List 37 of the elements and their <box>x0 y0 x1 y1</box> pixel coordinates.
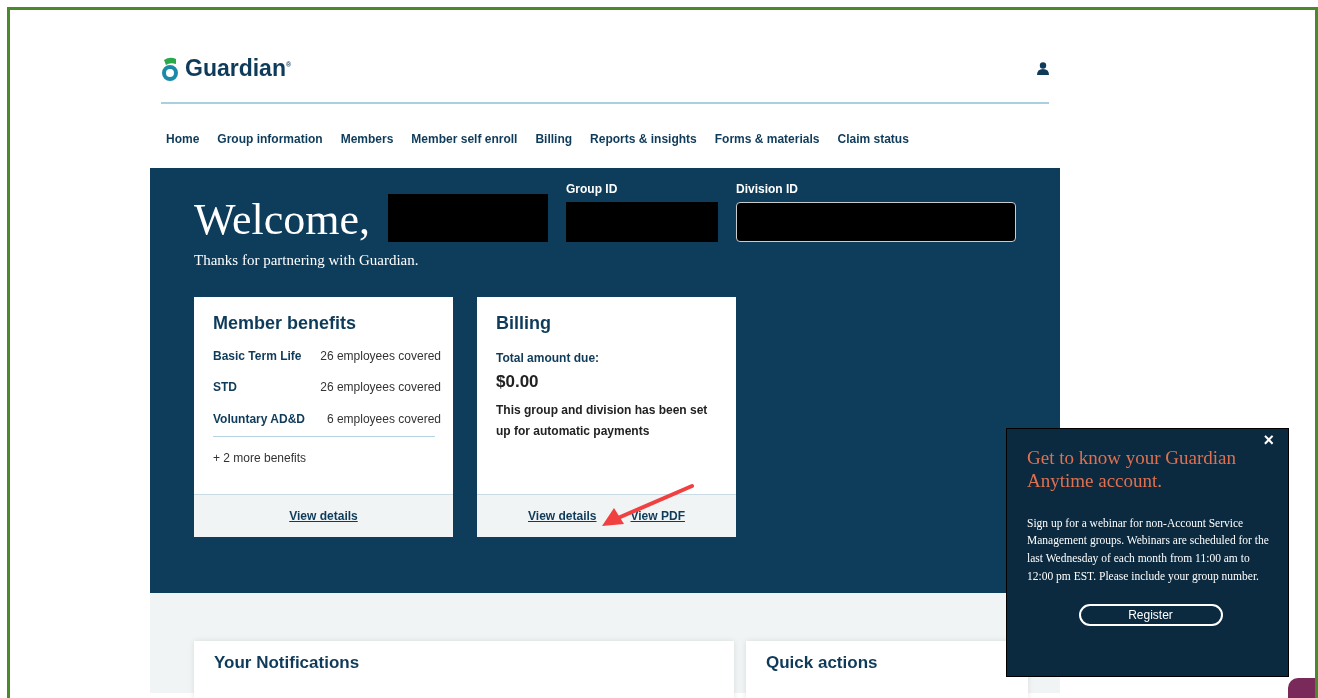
nav-link[interactable]: Group information <box>217 132 323 154</box>
welcome-heading: Welcome, <box>194 198 371 242</box>
user-icon[interactable] <box>1037 62 1049 75</box>
card-title: Billing <box>496 313 552 334</box>
view-details-link[interactable]: View details <box>289 509 358 523</box>
division-id-label: Division ID <box>736 182 799 196</box>
register-button[interactable]: Register <box>1078 603 1223 626</box>
pdf-link[interactable]: View PDF <box>630 509 685 523</box>
nav-link[interactable]: Claim status <box>837 132 909 154</box>
nav-link[interactable]: Forms & materials <box>714 132 820 154</box>
nav-link[interactable]: Home <box>166 132 200 154</box>
billing-note: This group and division has been set up for automatic payments <box>496 402 709 440</box>
guardian-logo[interactable]: Guardian$^{®}$ <box>161 55 292 82</box>
nav-link[interactable]: Reports & insights <box>590 132 697 154</box>
welcome-subtitle: Thanks for partnering with Guardian. <box>194 252 420 269</box>
nav-link[interactable]: Member self enroll <box>411 132 518 154</box>
nav-link[interactable]: Billing <box>535 132 573 154</box>
division-id-field[interactable] <box>736 202 1016 242</box>
amount-label: Total amount due: <box>496 350 601 367</box>
panel-title: Your Notifications <box>214 653 360 672</box>
amount-value: $0.00 <box>496 372 540 393</box>
benefit-name: STD <box>213 379 238 397</box>
close-button[interactable]: × <box>1257 429 1280 452</box>
card-title: Member benefits <box>213 313 358 334</box>
panel-title: Quick actions <box>766 653 878 672</box>
benefit-name: Basic Term Life <box>213 348 303 365</box>
details-link[interactable]: View details <box>528 509 597 523</box>
more-benefits-text: + 2 more benefits <box>213 451 308 466</box>
coverage-text: 26 employees covered <box>320 379 441 397</box>
coverage-text: 6 employees covered <box>326 410 441 428</box>
popup-title: Get to know your Guardian Anytime account. <box>1027 447 1237 493</box>
coverage-text: 26 employees covered <box>320 348 441 365</box>
benefit-name: Voluntary AD&D <box>213 410 306 428</box>
popup-body: Sign up for a webinar for non-Account Service Management groups. Webinars are scheduled for the last Wednesday of each month from 11:00 am to 12:00 pm EST. Please include your group number. <box>1027 515 1270 585</box>
logo-mark-icon <box>161 55 179 82</box>
group-id-label: Group ID <box>566 182 619 196</box>
nav-link[interactable]: Members <box>340 132 394 154</box>
